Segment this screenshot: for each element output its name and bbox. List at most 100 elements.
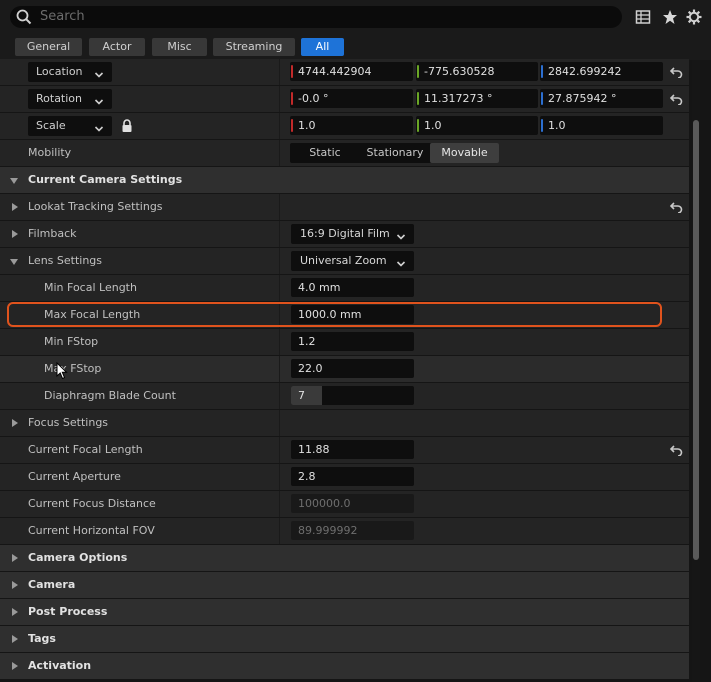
min-focal-length-label: Min Focal Length [44,281,137,294]
current-focus-distance-label: Current Focus Distance [28,497,156,510]
current-horizontal-fov-label: Current Horizontal FOV [28,524,155,537]
mouse-cursor-icon [56,361,68,383]
location-y-value: -775.630528 [424,65,495,78]
expand-arrow-icon [12,554,18,562]
rotation-x-field[interactable]: -0.0 ° [290,89,413,108]
expand-arrow-icon [12,419,18,427]
column-divider [279,86,280,112]
location-x-field[interactable]: 4744.442904 [290,62,413,81]
min-focal-length-field[interactable]: 4.0 mm [291,278,414,297]
diaphragm-blade-count-label: Diaphragm Blade Count [44,389,176,402]
scale-z-field[interactable]: 1.0 [540,116,663,135]
lens-settings-label: Lens Settings [28,254,103,267]
scale-label: Scale [36,119,66,132]
current-focus-distance-field: 100000.0 [291,494,414,513]
rotation-z-field[interactable]: 27.875942 ° [540,89,663,108]
tab-misc[interactable]: Misc [152,38,207,56]
mobility-segmented-control: Static Stationary Movable [290,143,499,163]
expand-arrow-icon [12,662,18,670]
current-focus-distance-row: Current Focus Distance 100000.0 [0,491,689,517]
scale-row: Scale 1.0 1.0 1.0 [0,113,689,139]
mobility-stationary-option[interactable]: Stationary [360,143,430,163]
current-horizontal-fov-row: Current Horizontal FOV 89.999992 [0,518,689,544]
focus-settings-label: Focus Settings [28,416,109,429]
reset-to-default-icon[interactable] [669,201,683,216]
reset-to-default-icon[interactable] [669,444,683,459]
focus-settings-row[interactable]: Focus Settings [0,410,689,436]
scale-y-field[interactable]: 1.0 [416,116,538,135]
category-label: Camera Options [28,551,128,564]
search-box[interactable]: Search [10,6,622,28]
chevron-down-icon [94,121,104,141]
scrollbar-thumb[interactable] [693,120,699,560]
location-x-value: 4744.442904 [298,65,372,78]
category-camera[interactable]: Camera [0,572,689,598]
filmback-dropdown[interactable]: 16:9 Digital Film [291,224,414,244]
expand-arrow-icon [12,203,18,211]
category-camera-options[interactable]: Camera Options [0,545,689,571]
filter-tab-bar: General Actor Misc Streaming All [0,34,711,60]
scale-x-field[interactable]: 1.0 [290,116,413,135]
category-label: Activation [28,659,92,672]
tab-actor[interactable]: Actor [89,38,145,56]
reset-to-default-icon[interactable] [669,93,683,108]
location-y-field[interactable]: -775.630528 [416,62,538,81]
column-divider [279,491,280,517]
category-tags[interactable]: Tags [0,626,689,652]
category-post-process[interactable]: Post Process [0,599,689,625]
search-input[interactable]: Search [40,9,85,24]
current-aperture-row: Current Aperture 2.8 [0,464,689,490]
tab-streaming[interactable]: Streaming [213,38,295,56]
current-aperture-field[interactable]: 2.8 [291,467,414,486]
min-fstop-label: Min FStop [44,335,99,348]
category-label: Camera [28,578,76,591]
category-activation[interactable]: Activation [0,653,689,679]
current-camera-settings-header[interactable]: Current Camera Settings [0,167,689,193]
collapse-arrow-icon[interactable] [10,259,18,265]
tab-general[interactable]: General [15,38,82,56]
lens-settings-dropdown[interactable]: Universal Zoom [291,251,414,271]
column-divider [279,410,280,436]
location-dropdown[interactable]: Location [28,62,112,82]
location-z-field[interactable]: 2842.699242 [540,62,663,81]
star-icon[interactable] [662,9,678,28]
highlight-annotation [7,302,662,327]
mobility-movable-option[interactable]: Movable [430,143,499,163]
lens-settings-value: Universal Zoom [300,254,387,267]
mobility-static-option[interactable]: Static [290,143,360,163]
rotation-x-value: -0.0 ° [298,92,329,105]
current-focal-length-field[interactable]: 11.88 [291,440,414,459]
mobility-label: Mobility [28,146,72,159]
collapse-arrow-icon [10,178,18,184]
column-divider [279,59,280,85]
tab-all[interactable]: All [301,38,344,56]
rotation-y-field[interactable]: 11.317273 ° [416,89,538,108]
rotation-y-value: 11.317273 ° [424,92,493,105]
column-divider [279,194,280,220]
slider-fill [291,386,322,405]
lookat-tracking-row[interactable]: Lookat Tracking Settings [0,194,689,220]
filmback-row: Filmback 16:9 Digital Film [0,221,689,247]
lock-icon[interactable] [121,119,133,136]
location-z-value: 2842.699242 [548,65,622,78]
scale-z-value: 1.0 [548,119,566,132]
min-fstop-row: Min FStop 1.2 [0,329,689,355]
rotation-row: Rotation -0.0 ° 11.317273 ° 27.875942 ° [0,86,689,112]
column-divider [279,275,280,301]
gear-icon[interactable] [686,9,702,28]
chevron-down-icon [396,229,406,249]
chevron-down-icon [396,256,406,276]
category-label: Post Process [28,605,108,618]
table-view-icon[interactable] [635,9,651,28]
diaphragm-blade-count-slider[interactable]: 7 [291,386,414,405]
max-fstop-field[interactable]: 22.0 [291,359,414,378]
expand-arrow-icon [12,608,18,616]
reset-to-default-icon[interactable] [669,66,683,81]
rotation-dropdown[interactable]: Rotation [28,89,112,109]
min-fstop-field[interactable]: 1.2 [291,332,414,351]
rotation-label: Rotation [36,92,83,105]
current-focal-length-label: Current Focal Length [28,443,143,456]
scale-dropdown[interactable]: Scale [28,116,112,136]
expand-arrow-icon[interactable] [12,230,18,238]
top-bar: Search [0,0,711,34]
